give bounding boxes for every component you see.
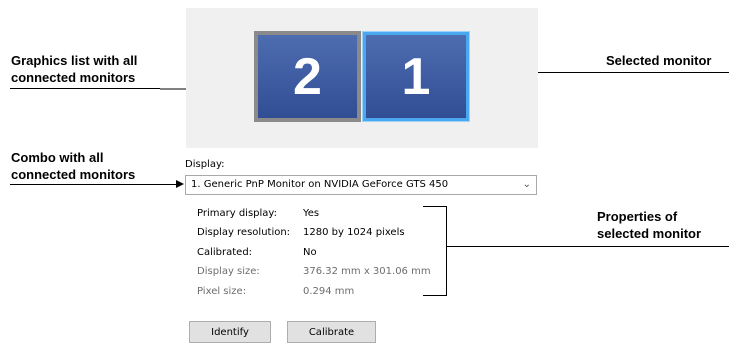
annotation-graphics-list: Graphics list with all connected monitor…: [11, 52, 137, 86]
monitor-number: 1: [401, 47, 431, 106]
calibrated-label: Calibrated:: [197, 247, 253, 258]
annotation-line: connected monitors: [11, 167, 136, 182]
monitor-graphics-list[interactable]: 2 1: [186, 8, 538, 148]
monitor-1-selected[interactable]: 1: [363, 32, 469, 121]
monitor-2[interactable]: 2: [254, 31, 361, 122]
pixel-size-label: Pixel size:: [197, 286, 247, 297]
primary-display-value: Yes: [303, 208, 320, 219]
annotation-line: Graphics list with all: [11, 53, 138, 68]
annotation-line: selected monitor: [597, 226, 702, 241]
annotation-selected-monitor: Selected monitor: [606, 53, 712, 68]
annotation-underline: [446, 246, 729, 247]
annotation-line: connected monitors: [11, 70, 136, 85]
display-resolution-label: Display resolution:: [197, 227, 291, 238]
display-size-label: Display size:: [197, 266, 260, 277]
annotation-underline: [10, 88, 160, 89]
properties-bracket: [446, 206, 447, 296]
calibrated-value: No: [303, 247, 317, 258]
display-combo-value: 1. Generic PnP Monitor on NVIDIA GeForce…: [191, 179, 449, 190]
properties-bracket-top: [423, 206, 447, 207]
chevron-down-icon[interactable]: ⌄: [523, 176, 531, 194]
pixel-size-value: 0.294 mm: [303, 286, 355, 297]
annotation-line: Properties of: [597, 209, 678, 224]
annotation-properties: Properties of selected monitor: [597, 208, 701, 242]
monitor-number: 2: [293, 47, 322, 106]
annotation-underline: [10, 184, 176, 185]
annotation-combo: Combo with all connected monitors: [11, 149, 135, 183]
display-resolution-value: 1280 by 1024 pixels: [303, 227, 405, 238]
properties-bracket-bottom: [423, 295, 447, 296]
annotation-line: Combo with all: [11, 150, 104, 165]
display-size-value: 376.32 mm x 301.06 mm: [303, 266, 431, 277]
primary-display-label: Primary display:: [197, 208, 277, 219]
display-combo[interactable]: 1. Generic PnP Monitor on NVIDIA GeForce…: [185, 175, 537, 195]
display-label: Display:: [185, 159, 225, 170]
